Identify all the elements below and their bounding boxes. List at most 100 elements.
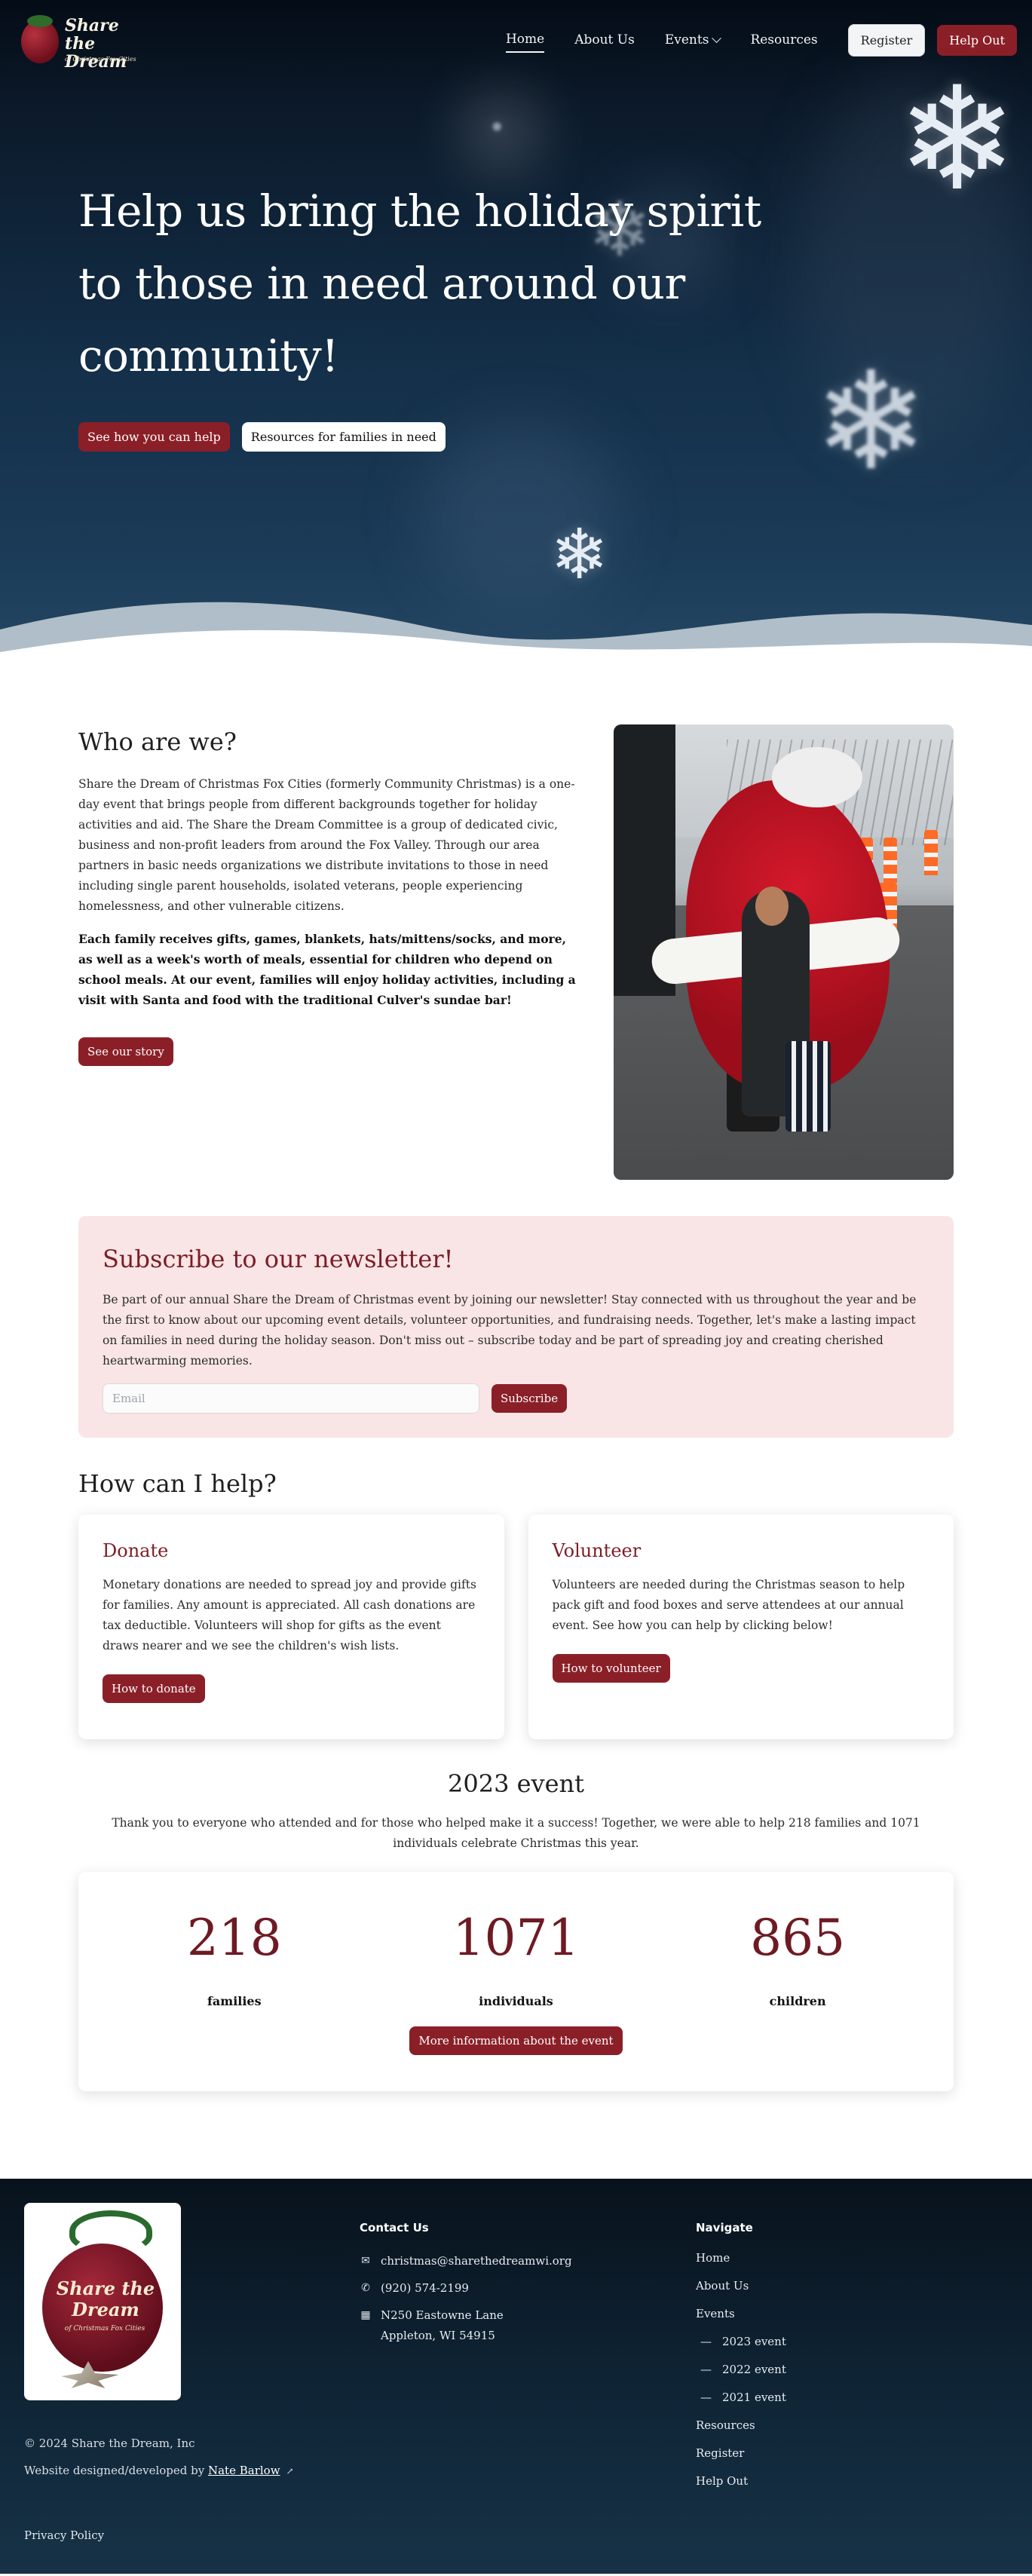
site-logo[interactable]: Share the Dream of Christmas Fox Cities (20, 12, 140, 72)
footer-logo-title: Share the Dream (56, 2277, 155, 2320)
designer-link[interactable]: Nate Barlow (208, 2464, 280, 2477)
contact-phone-row: ✆ (920) 574-2199 (360, 2278, 572, 2299)
privacy-policy-link[interactable]: Privacy Policy (24, 2529, 104, 2542)
ornament-logo-icon (21, 15, 59, 63)
more-event-info-button[interactable]: More information about the event (409, 2026, 623, 2055)
traffic-cone (924, 830, 939, 875)
stat-label: families (207, 1994, 262, 2008)
footer-nav-register[interactable]: Register (696, 2446, 786, 2461)
photo-santa-hat (772, 747, 863, 807)
contact-address: N250 Eastowne Lane Appleton, WI 54915 (381, 2305, 504, 2346)
hero-heading: Help us bring the holiday spirit to thos… (78, 185, 761, 381)
snowflake-icon: ❄ (897, 56, 1018, 222)
see-how-you-can-help-button[interactable]: See how you can help (78, 422, 230, 452)
resources-for-families-button[interactable]: Resources for families in need (241, 422, 446, 452)
newsletter-email-input[interactable] (103, 1383, 479, 1414)
address-line-1: N250 Eastowne Lane (381, 2308, 504, 2322)
event-stats-row: 218 families 1071 individuals 865 childr… (78, 1908, 954, 2008)
santa-hug-photo (614, 724, 954, 1180)
newsletter-form: Subscribe (103, 1383, 929, 1414)
footer-designer-credit: Website designed/developed by Nate Barlo… (24, 2464, 294, 2477)
footer-logo[interactable]: Share the Dream of Christmas Fox Cities (24, 2203, 181, 2400)
stat-label: children (769, 1994, 826, 2008)
footer-nav-2021-event[interactable]: — 2021 event (696, 2391, 786, 2405)
nav-home[interactable]: Home (505, 27, 545, 53)
who-are-we-section: Who are we? Share the Dream of Christmas… (0, 682, 1032, 1180)
hero-actions: See how you can help Resources for famil… (78, 422, 802, 452)
logo-subtitle: of Christmas Fox Cities (65, 56, 136, 63)
volunteer-card: Volunteer Volunteers are needed during t… (528, 1515, 954, 1739)
volunteer-text: Volunteers are needed during the Christm… (552, 1578, 905, 1632)
nav-events[interactable]: Events (664, 28, 722, 52)
event-stats-card: 218 families 1071 individuals 865 childr… (78, 1872, 954, 2091)
footer-nav-label: 2021 event (722, 2391, 786, 2404)
donate-text: Monetary donations are needed to spread … (103, 1578, 476, 1652)
stat-value: 865 (750, 1909, 846, 1967)
who-paragraph: Share the Dream of Christmas Fox Cities … (78, 777, 575, 913)
logo-title: Share the Dream (65, 16, 127, 72)
subscribe-button[interactable]: Subscribe (492, 1384, 568, 1413)
newsletter-text: Be part of our annual Share the Dream of… (103, 1293, 917, 1368)
mail-icon: ✉ (361, 2255, 370, 2267)
snowflake-icon: ❄ (550, 514, 609, 595)
footer-nav-label: 2023 event (722, 2335, 786, 2348)
who-text: Who are we? Share the Dream of Christmas… (78, 727, 577, 1180)
ribbon-bow-icon (69, 2210, 152, 2253)
stat-label: individuals (479, 1994, 553, 2008)
footer-nav-2023-event[interactable]: — 2023 event (696, 2335, 786, 2349)
stat-value: 1071 (452, 1909, 580, 1967)
newsletter-title: Subscribe to our newsletter! (103, 1245, 454, 1273)
stat-individuals: 1071 individuals (403, 1908, 629, 2008)
contact-address-row: ▦ N250 Eastowne Lane Appleton, WI 54915 (360, 2305, 572, 2346)
footer-nav-2022-event[interactable]: — 2022 event (696, 2363, 786, 2377)
photo-child-legs (785, 1041, 831, 1132)
hero-wave-divider (0, 602, 1032, 682)
help-out-button[interactable]: Help Out (937, 24, 1017, 56)
how-to-volunteer-button[interactable]: How to volunteer (552, 1654, 670, 1683)
snowflake-icon: ❄ (814, 343, 928, 501)
donate-title: Donate (103, 1540, 169, 1561)
footer-navigation: Navigate Home About Us Events — 2023 even… (696, 2221, 786, 2502)
contact-email-link[interactable]: christmas@sharethedreamwi.org (381, 2251, 572, 2271)
traffic-cone (883, 838, 898, 883)
event-2023-section: 2023 event Thank you to everyone who att… (0, 1739, 1032, 2091)
help-cards: Donate Monetary donations are needed to … (78, 1515, 954, 1739)
footer-nav-label: 2022 event (722, 2363, 786, 2376)
event-text: Thank you to everyone who attended and f… (112, 1816, 920, 1850)
nav-about-us[interactable]: About Us (574, 28, 635, 52)
site-footer: Share the Dream of Christmas Fox Cities … (0, 2179, 1032, 2574)
address-line-2: Appleton, WI 54915 (381, 2329, 495, 2342)
top-navigation: Share the Dream of Christmas Fox Cities … (0, 0, 1032, 80)
dash-bullet: — (700, 2391, 712, 2404)
snowflake-icon: • (488, 111, 506, 144)
hero: ❄ ❄ ❄ ❄ • Share the Dream of Christmas F… (0, 0, 1032, 682)
chevron-down-icon (712, 32, 722, 43)
contact-phone-link[interactable]: (920) 574-2199 (381, 2278, 469, 2299)
navigate-title: Navigate (696, 2221, 753, 2234)
footer-nav-home[interactable]: Home (696, 2251, 786, 2265)
photo-child-face (755, 887, 789, 926)
footer-copyright: © 2024 Share the Dream, Inc (24, 2437, 195, 2450)
event-title: 2023 event (447, 1769, 585, 1798)
how-to-donate-button[interactable]: How to donate (103, 1674, 205, 1703)
dash-bullet: — (700, 2363, 712, 2376)
footer-logo-subtitle: of Christmas Fox Cities (64, 2325, 145, 2332)
see-our-story-button[interactable]: See our story (78, 1037, 173, 1066)
footer-nav-resources[interactable]: Resources (696, 2418, 786, 2433)
external-link-icon: ↗ (286, 2466, 294, 2476)
register-button[interactable]: Register (847, 23, 926, 57)
newsletter-section: Subscribe to our newsletter! Be part of … (78, 1216, 954, 1438)
stat-value: 218 (186, 1909, 282, 1967)
contact-email-row: ✉ christmas@sharethedreamwi.org (360, 2251, 572, 2271)
footer-contact: Contact Us ✉ christmas@sharethedreamwi.o… (360, 2221, 572, 2353)
stat-children: 865 children (684, 1908, 911, 2008)
hero-content: Help us bring the holiday spirit to thos… (78, 175, 802, 452)
footer-nav-events[interactable]: Events (696, 2307, 786, 2321)
who-title: Who are we? (78, 727, 237, 756)
footer-nav-help-out[interactable]: Help Out (696, 2474, 786, 2489)
nav-resources[interactable]: Resources (750, 28, 817, 52)
nav-events-label: Events (664, 32, 709, 47)
footer-nav-about-us[interactable]: About Us (696, 2279, 786, 2293)
dash-bullet: — (700, 2335, 712, 2348)
how-can-i-help-section: How can I help? Donate Monetary donation… (0, 1438, 1032, 1739)
